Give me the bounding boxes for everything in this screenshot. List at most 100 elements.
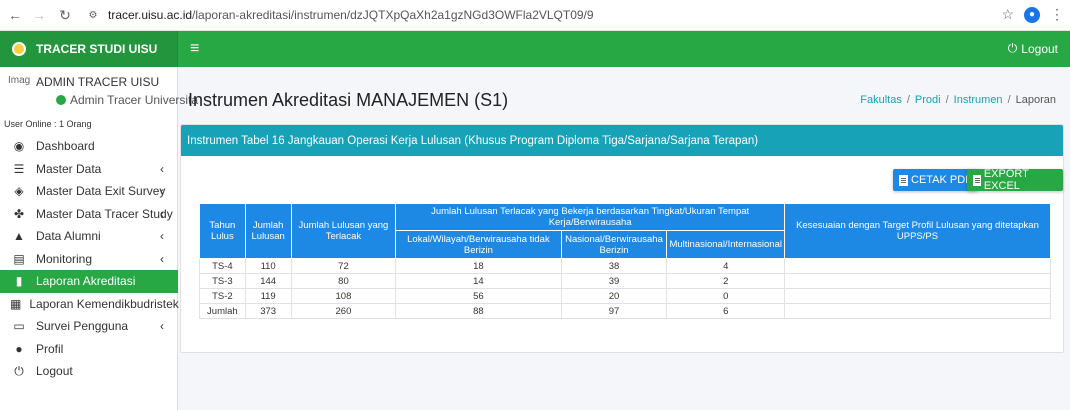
hamburger-menu-icon[interactable]: ≡ (190, 40, 199, 58)
address-bar[interactable]: ⚙ tracer.uisu.ac.id/laporan-akreditasi/i… (86, 8, 594, 22)
table-cell: 39 (560, 273, 668, 289)
laptop-icon: ▭ (13, 319, 25, 334)
user-panel: Image ADMIN TRACER UISU Admin Tracer Uni… (0, 67, 198, 115)
table-cell: 56 (395, 288, 562, 304)
export-excel-label: EXPORT EXCEL (983, 168, 1029, 192)
header-group-tingkat: Jumlah Lulusan Terlacak yang Bekerja ber… (395, 203, 785, 231)
table-cell: TS-2 (199, 288, 246, 304)
card-header: Instrumen Tabel 16 Jangkauan Operasi Ker… (181, 125, 1063, 156)
user-online-count: User Online : 1 Orang (4, 119, 92, 129)
power-icon: ⏻ (1007, 41, 1018, 55)
header-jumlah-lulusan: Jumlah Lulusan (244, 203, 292, 259)
building-icon: ▦ (10, 296, 22, 311)
site-info-icon[interactable]: ⚙ (86, 8, 100, 22)
graduation-cap-icon: ▲ (13, 229, 25, 244)
table-cell (783, 303, 1052, 319)
sidebar-item-master-data-tracer-study[interactable]: ✤ Master Data Tracer Study ‹ (0, 203, 178, 226)
table-cell: TS-3 (199, 273, 246, 289)
export-excel-button[interactable]: EXPORT EXCEL (967, 168, 1063, 192)
table-cell: 88 (395, 303, 562, 319)
logout-label: Logout (1021, 41, 1058, 56)
breadcrumb: Fakultas / Prodi / Instrumen / Laporan (860, 94, 1056, 106)
table-cell: 20 (560, 288, 668, 304)
table-cell (783, 288, 1052, 304)
table-cell: 260 (290, 303, 397, 319)
breadcrumb-fakultas[interactable]: Fakultas (860, 94, 902, 106)
header-lokal: Lokal/Wilayah/Berwirausaha tidak Berizin (395, 230, 562, 259)
profile-icon[interactable]: ● (1024, 6, 1040, 23)
file-icon (973, 174, 981, 186)
breadcrumb-separator: / (1007, 94, 1011, 106)
sidebar-item-data-alumni[interactable]: ▲ Data Alumni ‹ (0, 225, 178, 248)
table-cell: 2 (666, 273, 785, 289)
table-cell: 110 (244, 258, 292, 274)
sidebar-item-monitoring[interactable]: ▤ Monitoring ‹ (0, 248, 178, 271)
breadcrumb-instrumen[interactable]: Instrumen (954, 94, 1003, 106)
sidebar-item-laporan-akreditasi[interactable]: ▮ Laporan Akreditasi (0, 270, 178, 293)
header-tahun-lulus: Tahun Lulus (199, 203, 246, 259)
table-cell: Jumlah (199, 303, 246, 319)
breadcrumb-prodi[interactable]: Prodi (915, 94, 941, 106)
dashboard-icon: ◉ (13, 139, 25, 154)
people-icon: ✤ (13, 206, 25, 221)
print-pdf-label: CETAK PDF (911, 174, 972, 186)
sidebar-item-profil[interactable]: ● Profil (0, 338, 178, 361)
report-card: Instrumen Tabel 16 Jangkauan Operasi Ker… (180, 124, 1064, 353)
power-icon: ⏻ (14, 363, 24, 378)
chevron-left-icon: ‹ (160, 206, 164, 221)
forward-arrow-icon[interactable]: → (30, 6, 48, 24)
browser-menu-icon[interactable]: ⋮ (1050, 6, 1064, 23)
table-cell: 6 (666, 303, 785, 319)
user-avatar: Image (8, 75, 30, 86)
table-row-total: Jumlah 373 260 88 97 6 (199, 303, 1052, 319)
header-kesesuaian: Kesesuaian dengan Target Profil Lulusan … (783, 203, 1052, 259)
breadcrumb-separator: / (906, 94, 910, 106)
table-cell: 0 (666, 288, 785, 304)
table-cell: 80 (290, 273, 397, 289)
list-icon: ▤ (13, 251, 25, 266)
reload-icon[interactable]: ↻ (56, 6, 74, 24)
browser-toolbar: ← → ↻ ⚙ tracer.uisu.ac.id/laporan-akredi… (0, 0, 1070, 31)
bookmark-star-icon[interactable]: ☆ (1001, 6, 1014, 23)
sidebar-menu: ◉ Dashboard ☰ Master Data ‹ ◈ Master Dat… (0, 135, 179, 383)
online-status-icon (56, 95, 66, 105)
logout-link[interactable]: ⏻ Logout (1008, 41, 1058, 56)
table-cell (783, 258, 1052, 274)
sidebar: Image ADMIN TRACER UISU Admin Tracer Uni… (0, 67, 198, 410)
table-cell: 72 (290, 258, 397, 274)
brand-logo-icon (12, 42, 26, 56)
table-cell: 119 (244, 288, 292, 304)
app-header: TRACER STUDI UISU ≡ ⏻ Logout (0, 31, 1070, 67)
brand-title: TRACER STUDI UISU (36, 42, 158, 56)
print-pdf-button[interactable]: CETAK PDF (893, 169, 978, 191)
report-table: Tahun Lulus Jumlah Lulusan Jumlah Lulusa… (199, 203, 1052, 319)
survey-icon: ◈ (14, 184, 24, 199)
url-text[interactable]: tracer.uisu.ac.id/laporan-akreditasi/ins… (108, 8, 594, 22)
chevron-left-icon: ‹ (160, 161, 164, 176)
table-row: TS-3 144 80 14 39 2 (199, 273, 1052, 289)
sidebar-item-master-data-exit-survey[interactable]: ◈ Master Data Exit Survey ‹ (0, 180, 178, 203)
table-cell: 108 (290, 288, 397, 304)
table-cell: 18 (395, 258, 562, 274)
sidebar-item-logout[interactable]: ⏻ Logout (0, 360, 178, 383)
sidebar-item-survei-pengguna[interactable]: ▭ Survei Pengguna ‹ (0, 315, 178, 338)
table-cell: 14 (395, 273, 562, 289)
database-icon: ☰ (13, 161, 25, 176)
user-role: Admin Tracer Universita (56, 93, 198, 107)
file-icon (899, 174, 908, 186)
chevron-left-icon: ‹ (160, 251, 164, 266)
brand[interactable]: TRACER STUDI UISU (0, 31, 178, 67)
page-title: Instrumen Akreditasi MANAJEMEN (S1) (188, 90, 509, 110)
sidebar-item-laporan-kemendikbudristek[interactable]: ▦ Laporan Kemendikbudristek (0, 293, 179, 316)
breadcrumb-separator: / (945, 94, 949, 106)
table-cell: 4 (666, 258, 785, 274)
chevron-left-icon: ‹ (160, 229, 164, 244)
table-cell (783, 273, 1052, 289)
sidebar-item-master-data[interactable]: ☰ Master Data ‹ (0, 158, 178, 181)
table-cell: 373 (244, 303, 292, 319)
back-arrow-icon[interactable]: ← (6, 6, 24, 24)
user-icon: ● (15, 341, 23, 356)
sidebar-item-dashboard[interactable]: ◉ Dashboard (0, 135, 178, 158)
table-cell: 38 (560, 258, 668, 274)
breadcrumb-laporan: Laporan (1015, 94, 1056, 106)
